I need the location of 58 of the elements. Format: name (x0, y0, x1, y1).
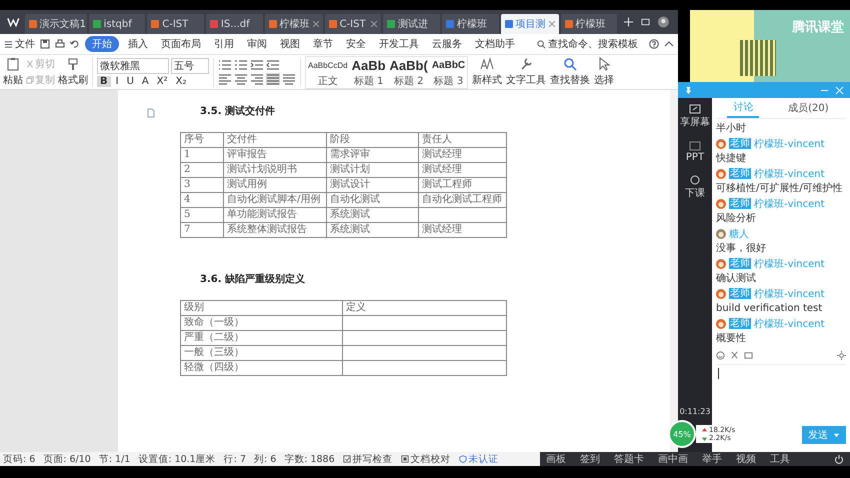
column-header: 责任人 (418, 132, 506, 148)
column-header: 级别 (180, 300, 342, 316)
status-text: 设置值: 10.1厘米 (138, 452, 216, 466)
table-cell: 2 (180, 162, 224, 178)
section-heading: 3.5. 测试交付件 (200, 104, 276, 118)
column-header: 序号 (180, 132, 224, 148)
table-cell: 自动化测试 (326, 192, 418, 208)
table-cell: 测试经理 (418, 148, 506, 162)
table-cell: 系统整体测试报告 (224, 222, 326, 238)
table-cell: 轻微（四级） (180, 360, 342, 376)
message-text: 没事，很好 (716, 242, 767, 255)
message-text: build verification test (716, 302, 824, 315)
role-badge: 老师 (729, 258, 751, 269)
table-cell: 需求评审 (326, 148, 418, 162)
timer-text: 0:11:23 (680, 407, 710, 416)
message-text: 可移植性/可扩展性/可维护性 (716, 182, 844, 195)
table-cell: 测试用例 (224, 178, 326, 192)
table-cell: 测试计划说明书 (224, 162, 326, 178)
table-cell: 致命（一级） (180, 316, 342, 330)
table-cell: 自动化测试脚本/用例 (224, 192, 326, 208)
role-badge: 老师 (729, 288, 751, 299)
table-cell: 评审报告 (224, 148, 326, 162)
table-cell: 3 (180, 178, 224, 192)
column-header: 定义 (342, 300, 506, 316)
table-cell: 7 (180, 222, 224, 238)
logo-text: 腾讯课堂 (792, 19, 844, 36)
table-cell: 一般（三级） (180, 346, 342, 360)
role-badge: 老师 (729, 168, 751, 179)
status-text: 页码: 6 (3, 452, 36, 466)
table-cell: 测试设计 (326, 178, 418, 192)
status-text: 行: 7 (224, 452, 246, 466)
table-cell: 严重（二级） (180, 330, 342, 346)
table-cell: 单功能测试报告 (224, 208, 326, 222)
status-text: 页面: 6/10 (43, 452, 91, 466)
message-text: 确认测试 (716, 272, 757, 285)
message-text: 风险分析 (716, 212, 757, 225)
column-header: 阶段 (326, 132, 418, 148)
table-cell: 系统测试 (326, 208, 418, 222)
table-cell: 测试经理 (418, 162, 506, 178)
role-badge: 老师 (729, 198, 751, 209)
table-cell: 测试经理 (418, 222, 506, 238)
table-cell: 5 (180, 208, 224, 222)
role-badge: 老师 (729, 138, 751, 149)
column-header: 交付件 (224, 132, 326, 148)
table-cell: 1 (180, 148, 224, 162)
table-cell: 4 (180, 192, 224, 208)
role-badge: 老师 (729, 318, 751, 329)
table-cell: 测试工程师 (418, 178, 506, 192)
message-text: 半小时 (716, 122, 747, 135)
table-cell: 测试计划 (326, 162, 418, 178)
message-text: 概要性 (716, 332, 747, 345)
status-text: 列: 6 (254, 452, 276, 466)
status-text: 节: 1/1 (98, 452, 130, 466)
table-cell: 自动化测试工程师 (418, 192, 506, 208)
table-cell: 系统测试 (326, 222, 418, 238)
message-text: 快捷键 (716, 152, 747, 165)
section-heading: 3.6. 缺陷严重级别定义 (200, 272, 306, 286)
status-text: 字数: 1886 (284, 452, 335, 466)
